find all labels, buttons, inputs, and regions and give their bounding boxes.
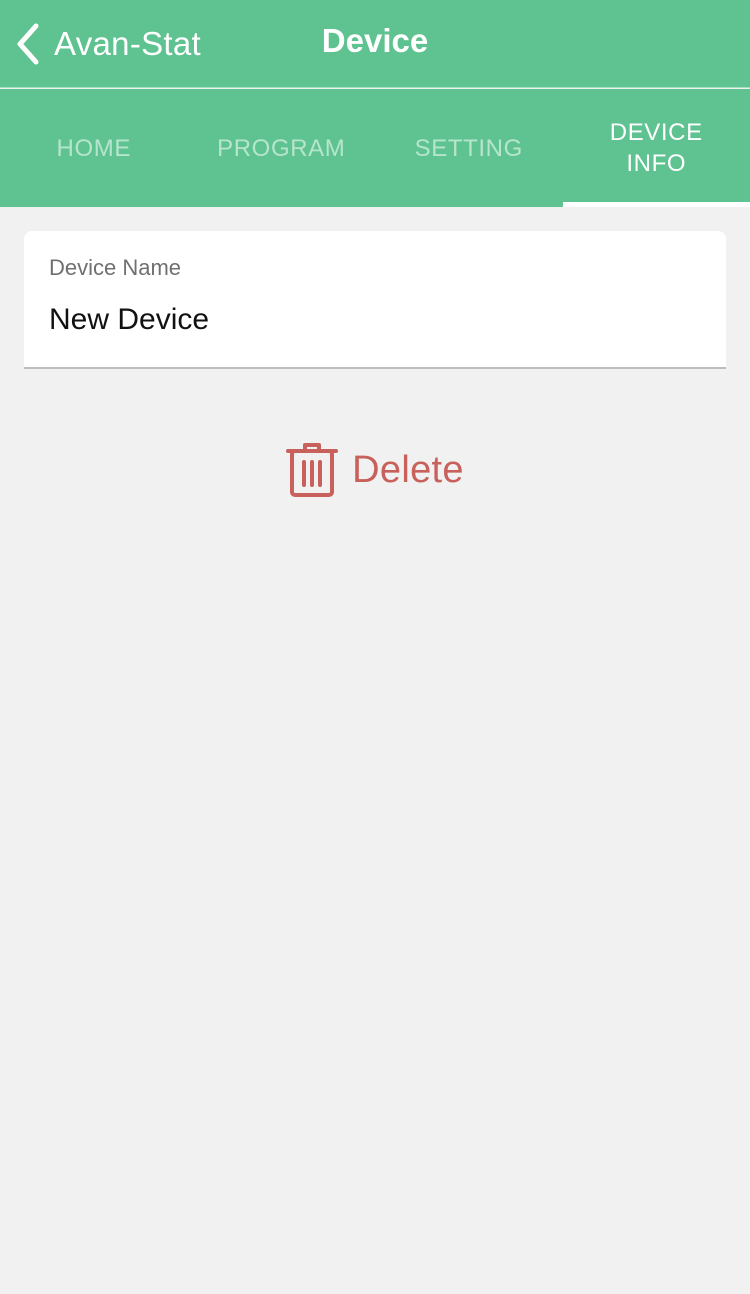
chevron-left-icon xyxy=(17,23,39,65)
device-name-card: Device Name xyxy=(24,231,726,369)
tab-bar: HOME PROGRAM SETTING DEVICE INFO xyxy=(0,89,750,207)
tab-label: PROGRAM xyxy=(217,134,346,162)
back-button[interactable]: Avan-Stat xyxy=(14,18,201,70)
delete-label: Delete xyxy=(352,448,464,491)
device-name-input[interactable] xyxy=(49,303,699,337)
tab-home[interactable]: HOME xyxy=(0,89,188,207)
tab-setting[interactable]: SETTING xyxy=(375,89,563,207)
tab-label: DEVICE INFO xyxy=(609,119,703,177)
back-label: Avan-Stat xyxy=(54,25,202,62)
navigation-bar: Avan-Stat Device xyxy=(0,0,750,88)
tab-label: HOME xyxy=(56,134,131,162)
tab-label: SETTING xyxy=(414,134,523,162)
tab-device-info[interactable]: DEVICE INFO xyxy=(562,89,750,207)
tab-program[interactable]: PROGRAM xyxy=(188,89,376,207)
device-name-label: Device Name xyxy=(49,255,182,280)
trash-icon xyxy=(286,443,339,497)
delete-button[interactable]: Delete xyxy=(0,434,750,506)
